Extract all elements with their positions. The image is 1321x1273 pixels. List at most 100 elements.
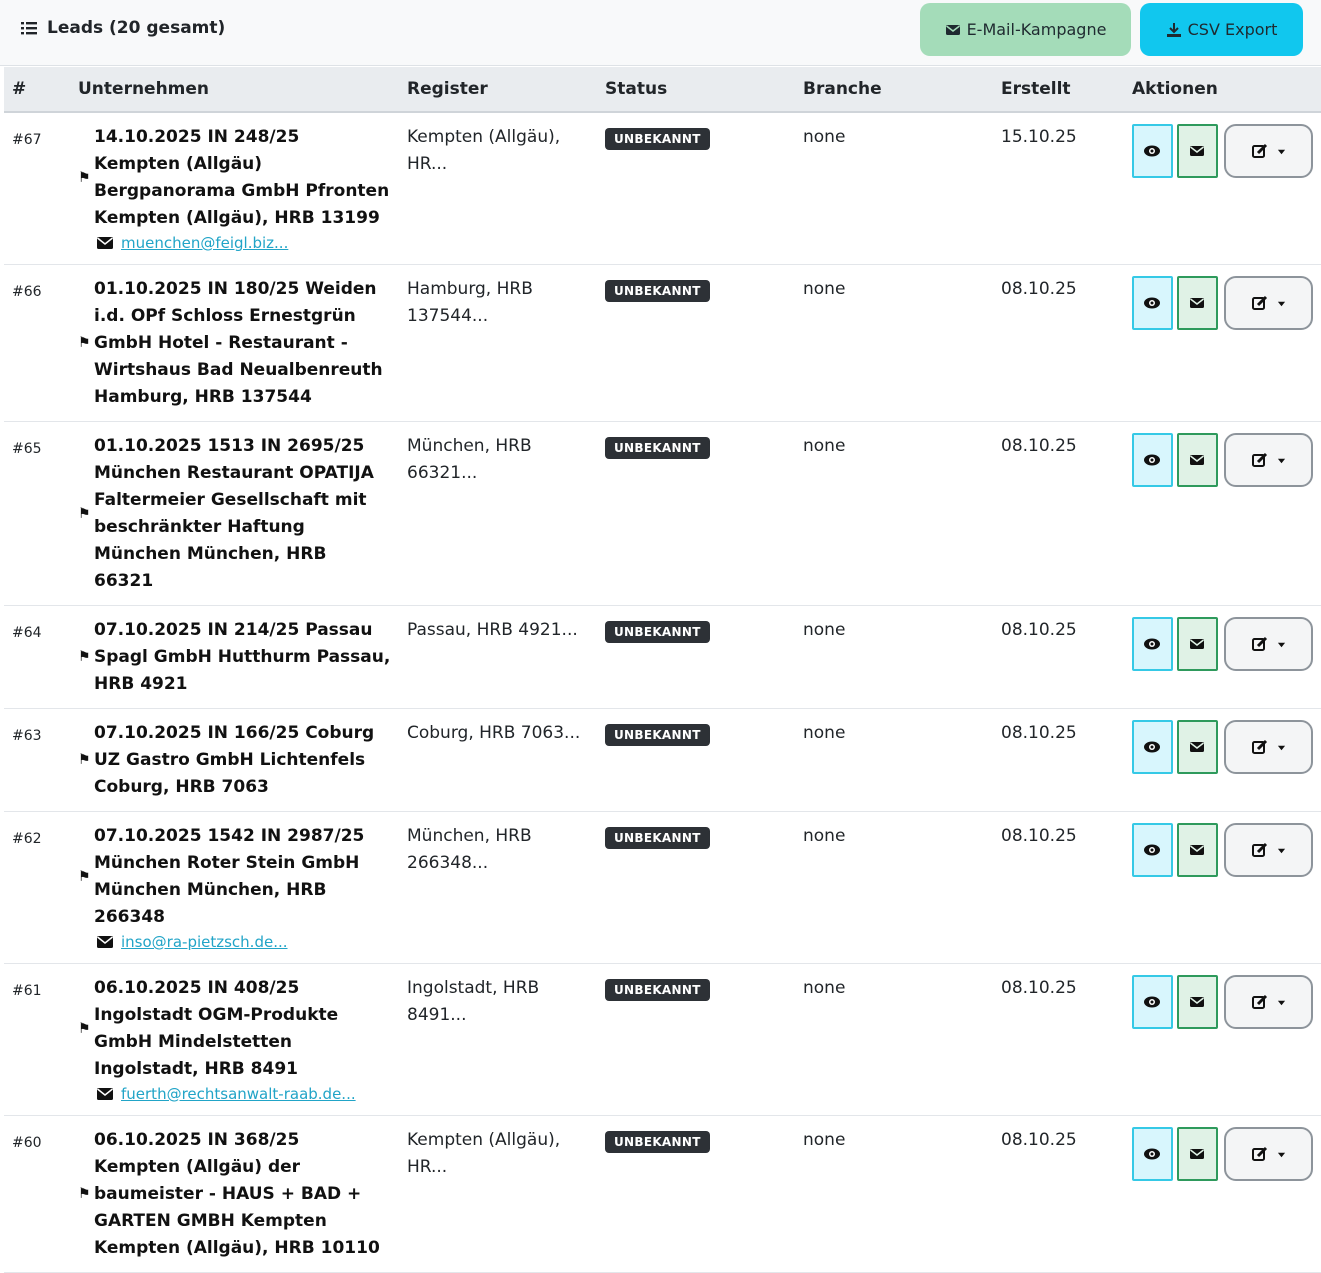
- lead-email-link[interactable]: muenchen@feigl.biz...: [121, 232, 288, 254]
- send-email-button[interactable]: [1176, 823, 1218, 877]
- view-button[interactable]: [1132, 276, 1173, 330]
- envelope-icon: [1190, 455, 1205, 465]
- view-button[interactable]: [1132, 617, 1173, 671]
- lead-branche: none: [795, 605, 993, 709]
- lead-register: Kempten (Allgäu), HR...: [399, 112, 597, 265]
- lead-created: 15.10.25: [993, 112, 1124, 265]
- table-row: #66 ⚑ 01.10.2025 IN 180/25 Weiden i.d. O…: [4, 264, 1321, 422]
- envelope-icon: [97, 936, 113, 948]
- send-email-button[interactable]: [1176, 1127, 1218, 1181]
- lead-email-link[interactable]: fuerth@rechtsanwalt-raab.de...: [121, 1083, 356, 1105]
- flag-icon: ⚑: [78, 335, 91, 351]
- list-icon: [21, 22, 37, 35]
- lead-actions-cell: [1124, 421, 1321, 606]
- edit-icon: [1251, 143, 1267, 158]
- edit-dropdown-button[interactable]: [1223, 617, 1313, 671]
- lead-register: Passau, HRB 4921...: [399, 605, 597, 709]
- status-badge: UNBEKANNT: [605, 621, 710, 643]
- lead-branche: none: [795, 811, 993, 964]
- lead-actions-cell: [1124, 811, 1321, 964]
- send-email-button[interactable]: [1176, 617, 1218, 671]
- lead-register: Kempten (Allgäu), HR...: [399, 1115, 597, 1273]
- view-button[interactable]: [1132, 720, 1173, 774]
- lead-branche: none: [795, 112, 993, 265]
- send-email-button[interactable]: [1176, 276, 1218, 330]
- send-email-button[interactable]: [1176, 975, 1218, 1029]
- column-header-register[interactable]: Register: [399, 67, 597, 113]
- lead-email: fuerth@rechtsanwalt-raab.de...: [97, 1083, 391, 1105]
- status-badge: UNBEKANNT: [605, 979, 710, 1001]
- eye-icon: [1144, 638, 1161, 650]
- lead-company-name: 07.10.2025 IN 166/25 Coburg UZ Gastro Gm…: [94, 723, 375, 797]
- email-campaign-button[interactable]: E-Mail-Kampagne: [920, 3, 1131, 56]
- flag-icon: ⚑: [78, 868, 91, 885]
- eye-icon: [1144, 741, 1161, 753]
- view-button[interactable]: [1132, 124, 1173, 178]
- lead-created: 08.10.25: [993, 963, 1124, 1116]
- leads-header: Leads (20 gesamt) E-Mail-Kampagne CSV Ex…: [0, 0, 1321, 66]
- flag-icon: ⚑: [78, 649, 91, 665]
- edit-dropdown-button[interactable]: [1223, 823, 1313, 877]
- status-badge: UNBEKANNT: [605, 1131, 710, 1153]
- send-email-button[interactable]: [1176, 720, 1218, 774]
- csv-export-label: CSV Export: [1187, 20, 1278, 39]
- caret-down-icon: [1277, 745, 1285, 750]
- lead-email-link[interactable]: inso@ra-pietzsch.de...: [121, 931, 288, 953]
- lead-company-cell: ⚑ 06.10.2025 IN 408/25 Ingolstadt OGM-Pr…: [70, 963, 399, 1116]
- view-button[interactable]: [1132, 975, 1173, 1029]
- envelope-icon: [1190, 742, 1205, 752]
- edit-dropdown-button[interactable]: [1223, 975, 1313, 1029]
- lead-company-name: 07.10.2025 1542 IN 2987/25 München Roter…: [94, 826, 365, 927]
- leads-title-text: Leads (20 gesamt): [47, 18, 226, 38]
- edit-icon: [1251, 636, 1267, 651]
- caret-down-icon: [1277, 1152, 1285, 1157]
- lead-created: 08.10.25: [993, 264, 1124, 422]
- envelope-icon: [97, 237, 113, 249]
- column-header-branche[interactable]: Branche: [795, 67, 993, 113]
- caret-down-icon: [1277, 848, 1285, 853]
- table-row: #60 ⚑ 06.10.2025 IN 368/25 Kempten (Allg…: [4, 1115, 1321, 1273]
- column-header-number[interactable]: #: [4, 67, 70, 113]
- send-email-button[interactable]: [1176, 124, 1218, 178]
- table-row: #63 ⚑ 07.10.2025 IN 166/25 Coburg UZ Gas…: [4, 708, 1321, 812]
- edit-dropdown-button[interactable]: [1223, 433, 1313, 487]
- edit-dropdown-button[interactable]: [1223, 1127, 1313, 1181]
- table-row: #61 ⚑ 06.10.2025 IN 408/25 Ingolstadt OG…: [4, 963, 1321, 1116]
- edit-dropdown-button[interactable]: [1223, 720, 1313, 774]
- lead-status-cell: UNBEKANNT: [597, 421, 795, 606]
- lead-number: #67: [4, 112, 70, 265]
- column-header-status[interactable]: Status: [597, 67, 795, 113]
- lead-email: inso@ra-pietzsch.de...: [97, 931, 391, 953]
- lead-created: 08.10.25: [993, 605, 1124, 709]
- edit-dropdown-button[interactable]: [1223, 276, 1313, 330]
- lead-number: #60: [4, 1115, 70, 1273]
- status-badge: UNBEKANNT: [605, 724, 710, 746]
- lead-company-cell: ⚑ 06.10.2025 IN 368/25 Kempten (Allgäu) …: [70, 1115, 399, 1273]
- send-email-button[interactable]: [1176, 433, 1218, 487]
- lead-register: München, HRB 266348...: [399, 811, 597, 964]
- view-button[interactable]: [1132, 1127, 1173, 1181]
- lead-created: 08.10.25: [993, 1115, 1124, 1273]
- lead-register: München, HRB 66321...: [399, 421, 597, 606]
- flag-icon: ⚑: [78, 752, 91, 768]
- eye-icon: [1144, 454, 1161, 466]
- lead-actions-cell: [1124, 708, 1321, 812]
- lead-status-cell: UNBEKANNT: [597, 963, 795, 1116]
- envelope-icon: [1190, 639, 1205, 649]
- lead-branche: none: [795, 264, 993, 422]
- view-button[interactable]: [1132, 433, 1173, 487]
- table-row: #64 ⚑ 07.10.2025 IN 214/25 Passau Spagl …: [4, 605, 1321, 709]
- lead-actions-cell: [1124, 112, 1321, 265]
- eye-icon: [1144, 844, 1161, 856]
- lead-branche: none: [795, 421, 993, 606]
- view-button[interactable]: [1132, 823, 1173, 877]
- csv-export-button[interactable]: CSV Export: [1140, 3, 1303, 56]
- caret-down-icon: [1277, 458, 1285, 463]
- edit-dropdown-button[interactable]: [1223, 124, 1313, 178]
- lead-company-cell: ⚑ 01.10.2025 1513 IN 2695/25 München Res…: [70, 421, 399, 606]
- envelope-icon: [1190, 298, 1205, 308]
- column-header-company[interactable]: Unternehmen: [70, 67, 399, 113]
- column-header-created[interactable]: Erstellt: [993, 67, 1124, 113]
- caret-down-icon: [1277, 642, 1285, 647]
- lead-company-cell: ⚑ 07.10.2025 IN 214/25 Passau Spagl GmbH…: [70, 605, 399, 709]
